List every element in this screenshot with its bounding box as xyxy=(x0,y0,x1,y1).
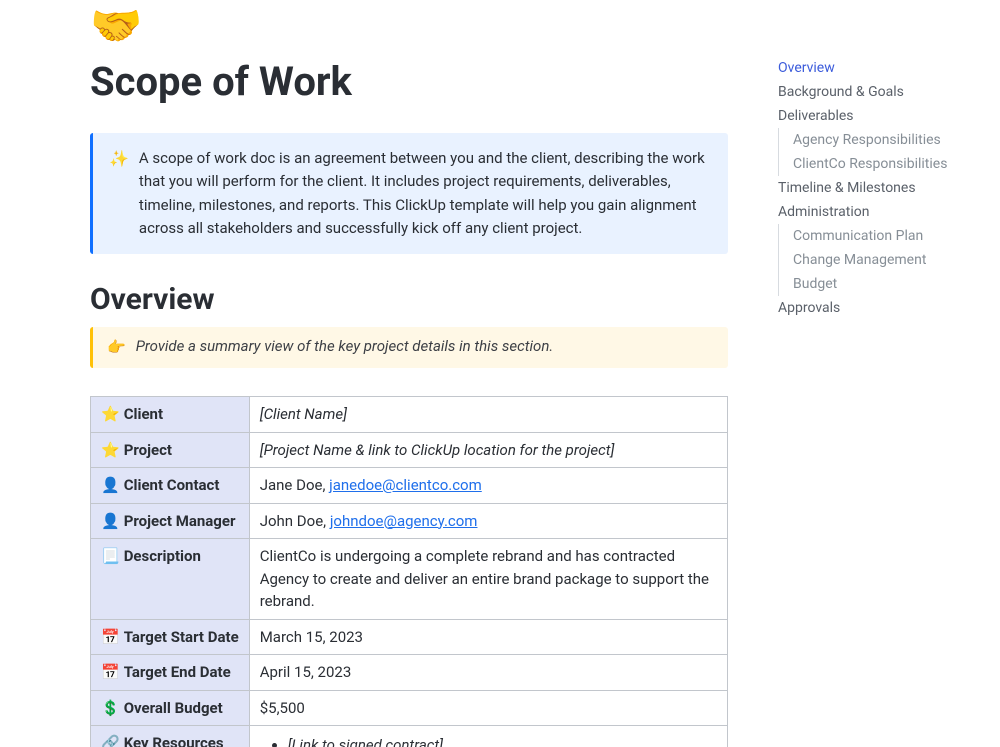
row-label: Overall Budget xyxy=(124,699,223,717)
overview-hint-text: Provide a summary view of the key projec… xyxy=(136,337,554,355)
toc-item-budget[interactable]: Budget xyxy=(779,272,980,296)
calendar-icon: 📅 xyxy=(101,628,120,646)
row-label: Description xyxy=(124,547,201,565)
email-link[interactable]: johndoe@agency.com xyxy=(330,512,478,530)
table-of-contents: Overview Background & Goals Deliverables… xyxy=(768,0,1000,747)
person-icon: 👤 xyxy=(101,512,120,530)
dollar-icon: 💲 xyxy=(101,699,120,717)
row-label: Project Manager xyxy=(124,512,236,530)
overview-hint: 👉 Provide a summary view of the key proj… xyxy=(90,327,728,368)
calendar-icon: 📅 xyxy=(101,663,120,681)
star-icon: ⭐ xyxy=(101,405,120,423)
row-value: March 15, 2023 xyxy=(260,628,363,646)
table-row: 🔗 Key Resources [Link to signed contract]… xyxy=(91,726,728,747)
document-main: 🤝 Scope of Work ✨ A scope of work doc is… xyxy=(0,0,768,747)
toc-item-communication-plan[interactable]: Communication Plan xyxy=(779,224,980,248)
table-row: 📅Target End Date April 15, 2023 xyxy=(91,655,728,691)
toc-item-overview[interactable]: Overview xyxy=(768,56,980,80)
email-link[interactable]: janedoe@clientco.com xyxy=(329,476,482,494)
row-value-plain: John Doe, xyxy=(260,512,330,530)
table-row: 👤Project Manager John Doe, johndoe@agenc… xyxy=(91,503,728,539)
row-label: Target Start Date xyxy=(124,628,239,646)
row-value: [Project Name & link to ClickUp location… xyxy=(260,441,615,459)
row-label: Client xyxy=(124,405,163,423)
row-value: $5,500 xyxy=(260,699,305,717)
pointing-right-icon: 👉 xyxy=(107,337,126,358)
table-row: ⭐Project [Project Name & link to ClickUp… xyxy=(91,432,728,468)
table-row: 👤Client Contact Jane Doe, janedoe@client… xyxy=(91,468,728,504)
overview-table: ⭐Client [Client Name] ⭐Project [Project … xyxy=(90,396,728,747)
toc-item-timeline-milestones[interactable]: Timeline & Milestones xyxy=(768,176,980,200)
page-title: Scope of Work xyxy=(90,58,728,105)
header-emoji: 🤝 xyxy=(90,6,728,48)
page-icon: 📃 xyxy=(101,547,120,565)
toc-item-approvals[interactable]: Approvals xyxy=(768,296,980,320)
intro-callout: ✨ A scope of work doc is an agreement be… xyxy=(90,133,728,254)
star-icon: ⭐ xyxy=(101,441,120,459)
section-overview-heading: Overview xyxy=(90,282,728,317)
row-label: Target End Date xyxy=(124,663,231,681)
row-label: Key Resources xyxy=(124,734,224,747)
row-value: ClientCo is undergoing a complete rebran… xyxy=(260,547,709,610)
person-icon: 👤 xyxy=(101,476,120,494)
list-item: [Link to signed contract] xyxy=(288,734,717,747)
key-resources-list: [Link to signed contract] [Link to Click… xyxy=(260,734,717,747)
row-value: [Client Name] xyxy=(260,405,347,423)
toc-item-clientco-responsibilities[interactable]: ClientCo Responsibilities xyxy=(779,152,980,176)
intro-callout-text: A scope of work doc is an agreement betw… xyxy=(139,147,712,240)
link-icon: 🔗 xyxy=(101,734,120,747)
toc-item-background-goals[interactable]: Background & Goals xyxy=(768,80,980,104)
sparkles-icon: ✨ xyxy=(109,147,129,170)
toc-item-agency-responsibilities[interactable]: Agency Responsibilities xyxy=(779,128,980,152)
table-row: 📃Description ClientCo is undergoing a co… xyxy=(91,539,728,620)
toc-item-change-management[interactable]: Change Management xyxy=(779,248,980,272)
table-row: ⭐Client [Client Name] xyxy=(91,397,728,433)
row-label: Client Contact xyxy=(124,476,220,494)
toc-item-deliverables[interactable]: Deliverables xyxy=(768,104,980,128)
row-label: Project xyxy=(124,441,172,459)
table-row: 💲Overall Budget $5,500 xyxy=(91,690,728,726)
toc-item-administration[interactable]: Administration xyxy=(768,200,980,224)
row-value-plain: Jane Doe, xyxy=(260,476,329,494)
row-value: April 15, 2023 xyxy=(260,663,352,681)
table-row: 📅Target Start Date March 15, 2023 xyxy=(91,619,728,655)
